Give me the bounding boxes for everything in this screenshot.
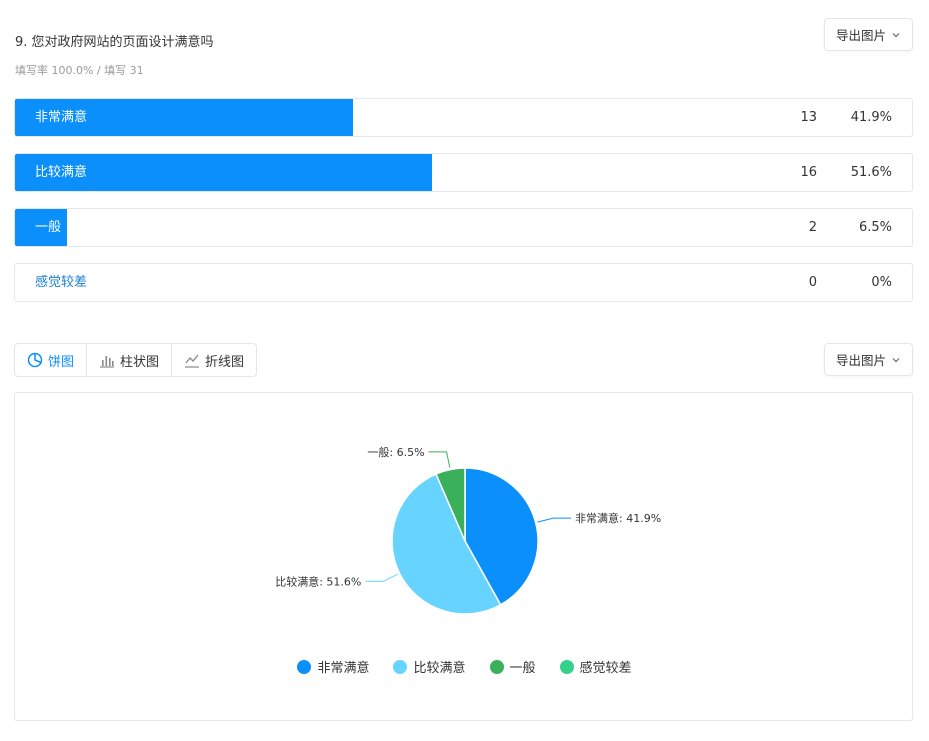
result-count: 16	[800, 165, 817, 180]
result-percent: 0%	[871, 275, 892, 290]
tab-pie-label: 饼图	[48, 354, 75, 370]
legend-item[interactable]: 比较满意	[393, 657, 466, 676]
export-image-button[interactable]: 导出图片	[824, 18, 913, 51]
pie-chart: 非常满意: 41.9% 比较满意: 51.6% 一般: 6.5%	[275, 446, 661, 615]
chart-type-tabs: 饼图 柱状图 折线图	[14, 343, 258, 377]
fill-rate: 填写率 100.0% / 填写 31	[15, 64, 144, 77]
tab-pie-chart[interactable]: 饼图	[15, 344, 88, 376]
pie-label-line	[365, 573, 398, 582]
tab-bar-label: 柱状图	[120, 354, 160, 370]
legend-item[interactable]: 一般	[489, 657, 536, 676]
chart-export-image-label: 导出图片	[835, 353, 886, 368]
result-percent: 6.5%	[858, 220, 892, 235]
chart-legend: 非常满意 比较满意 一般 感觉较差	[15, 657, 914, 676]
result-percent: 51.6%	[850, 165, 892, 180]
legend-label: 感觉较差	[579, 661, 632, 676]
result-row: 比较满意 16 51.6%	[14, 153, 913, 192]
tab-bar-chart[interactable]: 柱状图	[87, 344, 173, 376]
legend-swatch	[489, 659, 504, 674]
export-image-label: 导出图片	[835, 28, 886, 43]
tab-line-chart[interactable]: 折线图	[172, 344, 256, 376]
result-count: 2	[808, 220, 817, 235]
legend-label: 一般	[509, 661, 536, 676]
legend-label: 比较满意	[413, 661, 466, 676]
pie-slice-label: 非常满意: 41.9%	[575, 511, 661, 525]
legend-item[interactable]: 非常满意	[297, 657, 369, 676]
legend-swatch	[559, 659, 574, 674]
result-label: 一般	[35, 220, 62, 235]
pie-chart-icon	[27, 352, 43, 368]
legend-label: 非常满意	[317, 661, 370, 676]
result-count: 13	[800, 110, 817, 125]
result-label: 非常满意	[35, 110, 88, 125]
result-row: 一般 2 6.5%	[14, 208, 913, 247]
result-row: 非常满意 13 41.9%	[14, 98, 913, 137]
pie-label-line	[537, 517, 572, 523]
result-row: 感觉较差 0 0%	[14, 263, 913, 302]
result-percent: 41.9%	[850, 110, 892, 125]
pie-label-line	[428, 451, 451, 468]
bar-chart-icon	[100, 356, 115, 368]
result-count: 0	[808, 275, 817, 290]
legend-item[interactable]: 感觉较差	[559, 657, 632, 676]
chevron-down-icon	[892, 357, 900, 362]
legend-swatch	[393, 659, 408, 674]
tab-line-label: 折线图	[205, 354, 245, 370]
chevron-down-icon	[892, 32, 900, 37]
question-title: 9. 您对政府网站的页面设计满意吗	[15, 35, 214, 50]
legend-swatch	[297, 659, 312, 674]
line-chart-icon	[185, 354, 200, 368]
result-label: 比较满意	[35, 165, 88, 180]
pie-chart-card: 非常满意: 41.9% 比较满意: 51.6% 一般: 6.5% 非常满意 比较满意 一…	[14, 392, 913, 721]
result-label: 感觉较差	[35, 275, 88, 290]
pie-slice-label: 一般: 6.5%	[367, 446, 424, 459]
chart-export-image-button[interactable]: 导出图片	[824, 343, 913, 376]
pie-slice-label: 比较满意: 51.6%	[275, 574, 361, 588]
